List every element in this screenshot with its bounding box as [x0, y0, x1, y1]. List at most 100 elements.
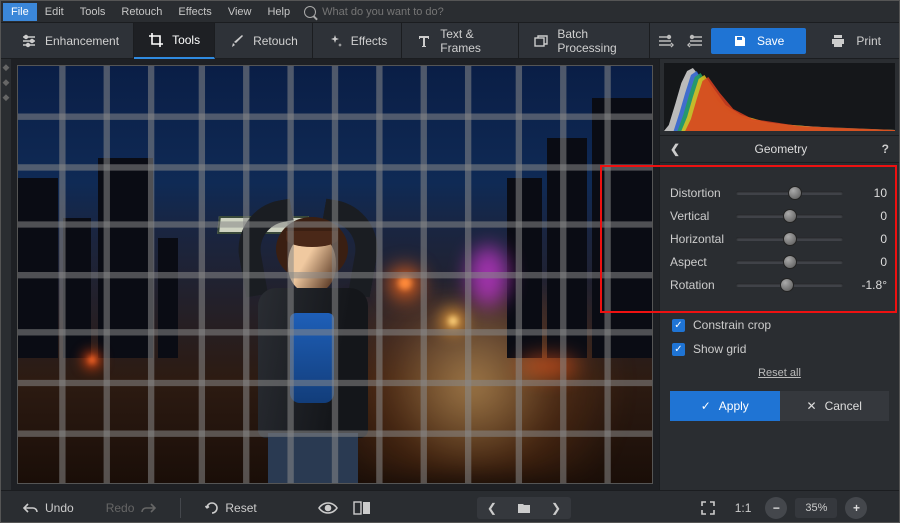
slider-value: 0 — [851, 255, 887, 269]
text-icon — [416, 33, 432, 49]
redo-icon — [140, 502, 156, 514]
tab-tools[interactable]: Tools — [134, 23, 215, 59]
menu-retouch[interactable]: Retouch — [113, 3, 170, 21]
reset-all-link[interactable]: Reset all — [660, 361, 899, 385]
tab-text-frames[interactable]: Text & Frames — [402, 23, 519, 59]
tab-enhancement[interactable]: Enhancement — [7, 23, 134, 59]
slider-label: Vertical — [670, 209, 728, 223]
cancel-button[interactable]: ✕ Cancel — [780, 391, 890, 421]
slider-distortion: Distortion 10 — [670, 186, 887, 200]
geometry-sliders-group: Distortion 10 Vertical 0 Horizontal 0 As… — [600, 165, 897, 313]
right-panel: ❮ Geometry ? Distortion 10 Vertical 0 Ho… — [659, 59, 899, 490]
tab-retouch[interactable]: Retouch — [215, 23, 313, 59]
slider-thumb[interactable] — [783, 232, 797, 246]
checkbox-show-grid[interactable]: ✓ Show grid — [660, 337, 899, 361]
slider-track[interactable] — [736, 214, 843, 218]
print-label: Print — [856, 34, 881, 48]
slider-label: Horizontal — [670, 232, 728, 246]
check-icon: ✓ — [701, 399, 711, 413]
menu-tools[interactable]: Tools — [72, 3, 114, 21]
menu-bar: File Edit Tools Retouch Effects View Hel… — [1, 1, 899, 23]
save-button[interactable]: Save — [711, 28, 806, 54]
close-icon: ✕ — [807, 399, 817, 413]
redo-button[interactable]: Redo — [94, 497, 169, 519]
ruler-handles: ◆◆◆ — [1, 59, 11, 490]
menu-file[interactable]: File — [3, 3, 37, 21]
panel-title: Geometry — [755, 142, 808, 156]
back-button[interactable]: ❮ — [670, 142, 680, 156]
stack-icon — [533, 33, 549, 49]
apply-label: Apply — [719, 399, 749, 413]
slider-track[interactable] — [736, 260, 843, 264]
fit-screen-button[interactable] — [695, 495, 721, 521]
compare-before-button[interactable] — [653, 27, 677, 55]
checkbox-icon: ✓ — [672, 319, 685, 332]
print-button[interactable]: Print — [818, 33, 893, 49]
menu-help[interactable]: Help — [259, 3, 298, 21]
apply-button[interactable]: ✓ Apply — [670, 391, 780, 421]
browse-button[interactable] — [507, 498, 541, 518]
slider-value: 0 — [851, 209, 887, 223]
menu-effects[interactable]: Effects — [170, 3, 219, 21]
save-label: Save — [757, 34, 784, 48]
tab-effects[interactable]: Effects — [313, 23, 402, 59]
slider-track[interactable] — [736, 283, 843, 287]
slider-label: Rotation — [670, 278, 728, 292]
slider-value: -1.8° — [851, 278, 887, 292]
undo-icon — [23, 502, 39, 514]
slider-label: Distortion — [670, 186, 728, 200]
undo-button[interactable]: Undo — [11, 497, 86, 519]
histogram — [664, 63, 895, 131]
tab-label: Batch Processing — [557, 27, 635, 55]
redo-label: Redo — [106, 501, 135, 515]
tab-label: Effects — [351, 34, 387, 48]
main-toolbar: Enhancement Tools Retouch Effects Text &… — [1, 23, 899, 59]
reset-icon — [205, 501, 219, 515]
cancel-label: Cancel — [825, 399, 862, 413]
compare-after-button[interactable] — [684, 27, 708, 55]
canvas-area[interactable] — [11, 59, 659, 490]
slider-thumb[interactable] — [780, 278, 794, 292]
actual-size-button[interactable]: 1:1 — [729, 497, 758, 519]
save-icon — [733, 34, 747, 48]
tab-label: Retouch — [253, 34, 298, 48]
slider-value: 0 — [851, 232, 887, 246]
crop-icon — [148, 32, 164, 48]
tab-label: Text & Frames — [440, 27, 504, 55]
slider-thumb[interactable] — [788, 186, 802, 200]
zoom-in-button[interactable]: + — [845, 497, 867, 519]
sparkle-icon — [327, 33, 343, 49]
checkbox-label: Constrain crop — [693, 318, 771, 332]
slider-track[interactable] — [736, 191, 843, 195]
reset-label: Reset — [225, 501, 256, 515]
search-input[interactable] — [322, 6, 522, 18]
zoom-value[interactable]: 35% — [795, 498, 837, 518]
checkbox-constrain-crop[interactable]: ✓ Constrain crop — [660, 313, 899, 337]
checkbox-icon: ✓ — [672, 343, 685, 356]
sliders-icon — [21, 33, 37, 49]
menu-view[interactable]: View — [220, 3, 260, 21]
slider-thumb[interactable] — [783, 209, 797, 223]
menu-edit[interactable]: Edit — [37, 3, 72, 21]
slider-value: 10 — [851, 186, 887, 200]
slider-rotation: Rotation -1.8° — [670, 278, 887, 292]
tab-label: Enhancement — [45, 34, 119, 48]
reset-button[interactable]: Reset — [193, 497, 268, 519]
navigator-pill: ❮ ❯ — [477, 497, 571, 519]
undo-label: Undo — [45, 501, 74, 515]
slider-vertical: Vertical 0 — [670, 209, 887, 223]
tab-label: Tools — [172, 33, 200, 47]
help-button[interactable]: ? — [882, 142, 889, 156]
photo-preview — [18, 66, 652, 483]
slider-track[interactable] — [736, 237, 843, 241]
zoom-out-button[interactable]: − — [765, 497, 787, 519]
checkbox-label: Show grid — [693, 342, 746, 356]
slider-thumb[interactable] — [783, 255, 797, 269]
slider-horizontal: Horizontal 0 — [670, 232, 887, 246]
brush-icon — [229, 33, 245, 49]
tab-batch[interactable]: Batch Processing — [519, 23, 650, 59]
next-image-button[interactable]: ❯ — [541, 497, 571, 519]
prev-image-button[interactable]: ❮ — [477, 497, 507, 519]
split-view-button[interactable] — [349, 495, 375, 521]
preview-toggle-button[interactable] — [315, 495, 341, 521]
